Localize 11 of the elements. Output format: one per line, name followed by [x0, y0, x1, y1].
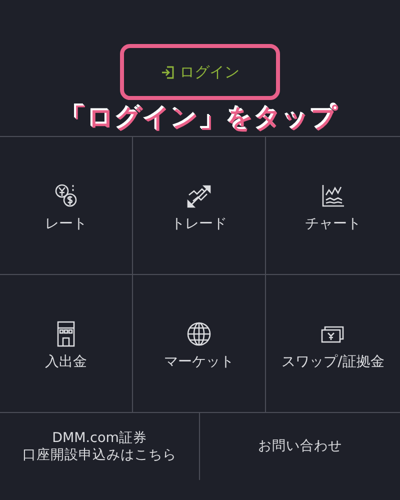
login-icon: [160, 66, 174, 78]
line-chart-icon: [320, 183, 346, 209]
annotation-caption: 「ログイン」をタップ: [60, 104, 340, 134]
currency-exchange-icon: [53, 183, 79, 209]
menu-tile[interactable]: 入出金: [0, 275, 133, 413]
login-button[interactable]: ログイン: [120, 44, 280, 100]
menu-tile[interactable]: レート: [0, 137, 133, 275]
globe-icon: [186, 321, 212, 347]
trend-arrows-icon: [186, 183, 212, 209]
menu-tile[interactable]: トレード: [133, 137, 266, 275]
menu-tile[interactable]: マーケット: [133, 275, 266, 413]
